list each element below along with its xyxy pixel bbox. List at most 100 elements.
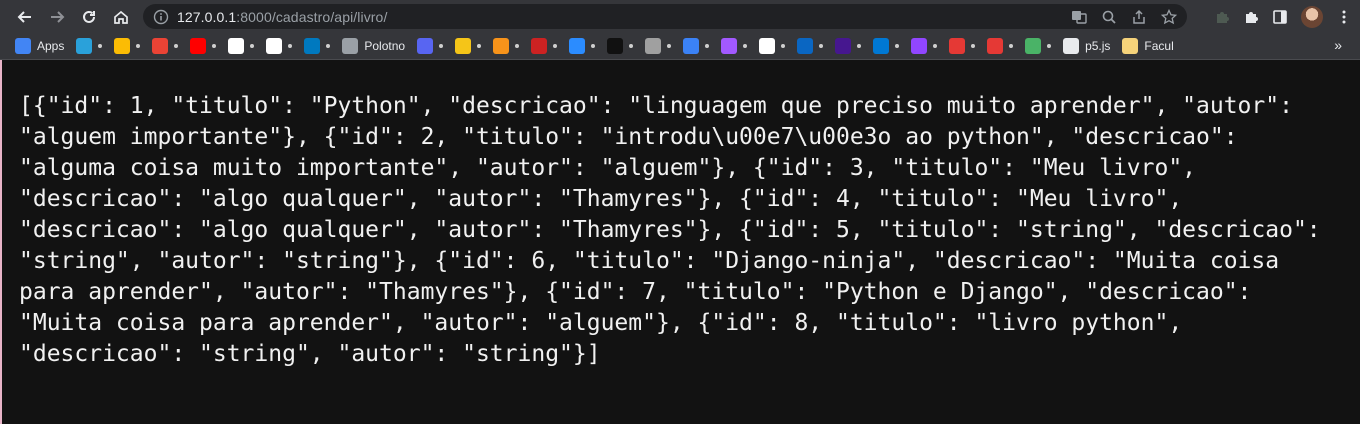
- home-button[interactable]: [106, 2, 136, 32]
- bookmark-item[interactable]: [569, 35, 596, 57]
- bookmark-dot: [781, 44, 786, 48]
- bookmark-item[interactable]: [607, 35, 634, 57]
- bookmarks-overflow-icon[interactable]: »: [1334, 37, 1342, 53]
- target-icon: [987, 38, 1004, 54]
- google-drive-icon: [114, 38, 131, 54]
- bookmark-dot: [1009, 44, 1014, 48]
- bookmark-item[interactable]: Facul: [1122, 35, 1174, 57]
- bookmark-item[interactable]: [531, 35, 558, 57]
- arrow-right-icon: [51, 10, 65, 23]
- globe-icon: [1063, 38, 1080, 54]
- bookmark-dot: [250, 44, 255, 48]
- star-bookmark-icon[interactable]: [1161, 8, 1177, 25]
- kebab-menu-icon[interactable]: [1336, 9, 1352, 25]
- bookmark-item[interactable]: [1025, 35, 1052, 57]
- bookmark-item[interactable]: [949, 35, 976, 57]
- bookmark-dot: [591, 44, 596, 48]
- bookmark-item[interactable]: [417, 35, 444, 57]
- telegram-icon: [76, 38, 93, 54]
- bookmark-dot: [136, 44, 141, 48]
- bookmark-dot: [553, 44, 558, 48]
- json-response-text: [{"id": 1, "titulo": "Python", "descrica…: [19, 93, 1335, 367]
- share-icon[interactable]: [1131, 9, 1147, 25]
- extension-puzzle-dim-icon[interactable]: [1214, 9, 1230, 25]
- bookmark-label: Polotno: [364, 39, 406, 53]
- bookmark-dot: [326, 44, 331, 48]
- linkedin-icon: [797, 38, 814, 54]
- bookmark-item[interactable]: [873, 35, 900, 57]
- translate-icon[interactable]: [1071, 9, 1087, 25]
- extensions-icon[interactable]: [1243, 9, 1259, 25]
- folder-icon: [1122, 38, 1139, 54]
- bookmark-dot: [857, 44, 862, 48]
- home-icon: [114, 10, 128, 24]
- google-icon: [228, 38, 245, 54]
- kahoot-icon: [835, 38, 852, 54]
- bookmark-item[interactable]: [987, 35, 1014, 57]
- bookmark-item[interactable]: [645, 35, 672, 57]
- bookmark-dot: [933, 44, 938, 48]
- zoom-icon[interactable]: [1101, 9, 1117, 25]
- alura-icon: [607, 38, 624, 54]
- bookmark-dot: [667, 44, 672, 48]
- bookmark-item[interactable]: [683, 35, 710, 57]
- bookmark-item[interactable]: [797, 35, 824, 57]
- bookmark-item[interactable]: [114, 35, 141, 57]
- bookmark-dot: [743, 44, 748, 48]
- bookmark-item[interactable]: [228, 35, 255, 57]
- bookmark-item[interactable]: [759, 35, 786, 57]
- bookmark-dot: [819, 44, 824, 48]
- bookmark-dot: [174, 44, 179, 48]
- bookmark-item[interactable]: [911, 35, 938, 57]
- apps-grid-icon: [15, 38, 31, 54]
- url-host: 127.0.0.1: [177, 8, 237, 25]
- side-panel-icon[interactable]: [1272, 9, 1288, 25]
- address-bar[interactable]: 127.0.0.1:8000/cadastro/api/livro/: [143, 4, 1187, 29]
- bookmark-item[interactable]: [190, 35, 217, 57]
- gmail-icon: [152, 38, 169, 54]
- reload-icon: [83, 10, 95, 23]
- pushbullet-icon: [1025, 38, 1042, 54]
- bookmark-item[interactable]: [493, 35, 520, 57]
- bitcoin-icon: [493, 38, 510, 54]
- bookmark-dot: [1047, 44, 1052, 48]
- bookmark-item[interactable]: [266, 35, 293, 57]
- bookmark-dot: [895, 44, 900, 48]
- twitch-icon: [911, 38, 928, 54]
- bookmark-icon: [531, 38, 548, 54]
- polotno-icon: [342, 38, 359, 54]
- bookmark-item[interactable]: [152, 35, 179, 57]
- bookmark-dot: [212, 44, 217, 48]
- bookmark-label: Apps: [37, 39, 65, 53]
- bookmark-dot: [629, 44, 634, 48]
- outlook-icon: [873, 38, 890, 54]
- bookmark-item[interactable]: Polotno: [342, 35, 405, 57]
- bookmark-dot: [971, 44, 976, 48]
- bookmark-item[interactable]: Apps: [15, 35, 64, 57]
- bookmark-label: Facul: [1144, 39, 1174, 53]
- forward-button[interactable]: [42, 2, 72, 32]
- alura-icon: [645, 38, 662, 54]
- bookmark-item[interactable]: [835, 35, 862, 57]
- github-icon: [266, 38, 283, 54]
- bookmark-dot: [705, 44, 710, 48]
- info-icon[interactable]: [153, 9, 169, 25]
- bookmark-item[interactable]: p5.js: [1063, 35, 1110, 57]
- discord-icon: [417, 38, 434, 54]
- bookmark-item[interactable]: [455, 35, 482, 57]
- back-button[interactable]: [10, 2, 40, 32]
- youtube-icon: [190, 38, 207, 54]
- url-text[interactable]: 127.0.0.1:8000/cadastro/api/livro/: [177, 9, 387, 25]
- droplet-icon: [569, 38, 586, 54]
- bookmark-label: p5.js: [1085, 39, 1111, 53]
- bookmarks-bar: Apps Polotno p5.js Facul »: [0, 33, 1360, 60]
- bookmark-item[interactable]: [304, 35, 331, 57]
- bookmark-item[interactable]: [76, 35, 103, 57]
- reload-button[interactable]: [74, 2, 104, 32]
- browser-toolbar: 127.0.0.1:8000/cadastro/api/livro/: [0, 0, 1360, 33]
- bookmark-dot: [515, 44, 520, 48]
- profile-avatar[interactable]: [1301, 5, 1323, 28]
- bookmark-dot: [477, 44, 482, 48]
- bookmark-item[interactable]: [721, 35, 748, 57]
- bookmark-dot: [288, 44, 293, 48]
